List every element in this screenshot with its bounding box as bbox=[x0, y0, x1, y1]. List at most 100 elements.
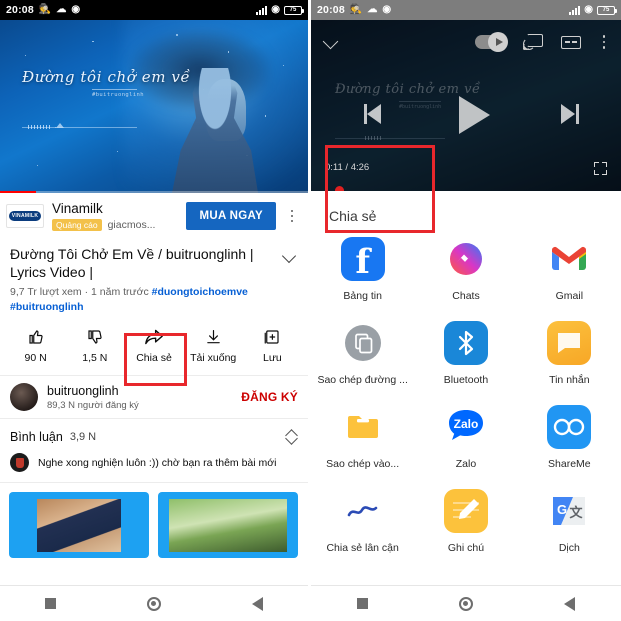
share-target-copy-to-folder[interactable]: Sao chép vào... bbox=[311, 396, 414, 476]
share-label-zalo: Zalo bbox=[455, 458, 477, 470]
previous-track-icon[interactable] bbox=[363, 104, 381, 124]
right-phone-screen: 20:08 🕵 ☁ ◉ ◉ 75 Đường tôi chở em về #bu… bbox=[311, 0, 621, 621]
dislike-count: 1,5 N bbox=[82, 352, 108, 365]
share-label-notes: Ghi chú bbox=[447, 542, 485, 554]
sort-comments-icon[interactable] bbox=[286, 429, 298, 445]
player-kebab-menu-icon[interactable] bbox=[597, 35, 611, 49]
messenger-icon: ◉ bbox=[382, 4, 392, 15]
suggested-videos-row bbox=[0, 483, 308, 559]
ad-banner[interactable]: VINAMILK Vinamilk Quảng cáo giacmos... M… bbox=[0, 193, 308, 239]
share-target-messages[interactable]: Tin nhắn bbox=[518, 312, 621, 392]
share-target-copy-link[interactable]: Sao chép đường ... bbox=[311, 312, 414, 392]
incognito-icon: 🕵 bbox=[38, 4, 52, 15]
svg-text:文: 文 bbox=[570, 505, 584, 520]
share-target-notes[interactable]: Ghi chú bbox=[414, 480, 517, 560]
share-sheet-title: Chia sẻ bbox=[329, 208, 377, 224]
share-target-shareme[interactable]: ShareMe bbox=[518, 396, 621, 476]
video-action-bar: 90 N 1,5 N Chia sẻ Tải xuống Lưu bbox=[0, 315, 308, 377]
comments-label: Bình luận bbox=[10, 430, 63, 445]
advertiser-name: Vinamilk bbox=[52, 201, 103, 216]
status-time-2: 20:08 bbox=[317, 4, 345, 16]
channel-name: buitruonglinh bbox=[47, 383, 119, 398]
fullscreen-icon[interactable] bbox=[594, 162, 607, 175]
wifi-icon: ◉ bbox=[584, 4, 593, 15]
share-label: Chia sẻ bbox=[136, 352, 172, 365]
share-sheet-grid: f Bảng tin Chats Gmail Sao chép đường ..… bbox=[311, 228, 621, 560]
status-bar-left: 20:08 🕵 ☁ ◉ ◉ 75 bbox=[0, 0, 308, 20]
next-track-icon[interactable] bbox=[561, 104, 579, 124]
status-bar-right-group: ◉ 75 bbox=[256, 5, 304, 15]
view-count: 9,7 Tr lượt xem bbox=[10, 285, 82, 298]
save-label: Lưu bbox=[263, 352, 282, 365]
left-phone-screen: 20:08 🕵 ☁ ◉ ◉ 75 Đường tôi chở em về #bu… bbox=[0, 0, 308, 621]
comments-header[interactable]: Bình luận 3,9 N bbox=[0, 419, 308, 449]
ad-badge: Quảng cáo bbox=[52, 218, 102, 231]
video-overlay-hashtag: #buitruonglinh bbox=[92, 92, 144, 98]
battery-icon: 75 bbox=[597, 5, 617, 15]
waveform-decoration bbox=[22, 123, 137, 129]
video-overlay-title: Đường tôi chở em về bbox=[22, 68, 191, 86]
share-label-messages: Tin nhắn bbox=[549, 374, 590, 386]
home-circle-icon[interactable] bbox=[458, 596, 473, 611]
recents-square-icon[interactable] bbox=[45, 598, 57, 609]
share-target-messenger[interactable]: Chats bbox=[414, 228, 517, 308]
hashtag-1[interactable]: #duongtoichoemve bbox=[152, 286, 248, 298]
thumbs-down-icon bbox=[86, 327, 104, 347]
battery-icon: 75 bbox=[284, 5, 304, 15]
suggested-video-thumb-1[interactable] bbox=[9, 492, 149, 559]
back-triangle-icon[interactable] bbox=[251, 596, 263, 611]
video-title-row[interactable]: Đường Tôi Chở Em Về / buitruonglinh | Ly… bbox=[0, 239, 308, 282]
share-target-zalo[interactable]: Zalo Zalo bbox=[414, 396, 517, 476]
top-comment-text: Nghe xong nghiện luôn :)) chờ bạn ra thê… bbox=[38, 456, 277, 469]
channel-row[interactable]: buitruonglinh 89,3 N người đăng ký ĐĂNG … bbox=[0, 376, 308, 420]
download-button[interactable]: Tải xuống bbox=[184, 323, 243, 368]
facebook-icon: f bbox=[340, 237, 385, 281]
share-label-nearby-share: Chia sẻ lân cận bbox=[326, 542, 399, 554]
channel-avatar[interactable] bbox=[10, 383, 38, 412]
cast-icon[interactable] bbox=[523, 34, 543, 50]
ad-cta-button[interactable]: MUA NGAY bbox=[186, 201, 276, 230]
shareme-icon bbox=[547, 405, 592, 449]
like-button[interactable]: 90 N bbox=[6, 323, 65, 368]
share-target-facebook[interactable]: f Bảng tin bbox=[311, 228, 414, 308]
progress-track[interactable] bbox=[0, 190, 308, 193]
share-target-gmail[interactable]: Gmail bbox=[518, 228, 621, 308]
video-player-right[interactable]: Đường tôi chở em về #buitruonglinh 0:11 … bbox=[311, 20, 621, 191]
recents-square-icon[interactable] bbox=[356, 598, 368, 609]
dislike-button[interactable]: 1,5 N bbox=[65, 323, 124, 368]
share-target-translate[interactable]: G 文 Dịch bbox=[518, 480, 621, 560]
status-bar-right-group-2: ◉ 75 bbox=[569, 4, 617, 15]
ad-kebab-menu-icon[interactable] bbox=[284, 209, 300, 222]
share-target-bluetooth[interactable]: Bluetooth bbox=[414, 312, 517, 392]
share-label-copy-to-folder: Sao chép vào... bbox=[326, 458, 400, 470]
stats-separator: · bbox=[81, 285, 92, 298]
status-bar-left-group-2: 20:08 🕵 ☁ ◉ bbox=[317, 4, 391, 16]
expand-description-chevron-down-icon[interactable] bbox=[280, 245, 298, 282]
notes-icon bbox=[443, 489, 488, 533]
share-target-nearby-share[interactable]: Chia sẻ lân cận bbox=[311, 480, 414, 560]
share-label-gmail: Gmail bbox=[555, 290, 584, 302]
overlay-rule bbox=[92, 89, 137, 90]
play-icon[interactable] bbox=[459, 96, 490, 134]
save-button[interactable]: Lưu bbox=[243, 323, 302, 368]
download-icon bbox=[205, 327, 222, 347]
folder-icon bbox=[340, 405, 385, 449]
suggested-video-thumb-2[interactable] bbox=[158, 492, 298, 559]
google-translate-icon: G 文 bbox=[547, 489, 592, 533]
subscribe-button[interactable]: ĐĂNG KÝ bbox=[241, 390, 298, 404]
autoplay-toggle[interactable] bbox=[475, 32, 508, 52]
android-nav-bar-right bbox=[311, 585, 621, 621]
top-comment-row[interactable]: Nghe xong nghiện luôn :)) chờ bạn ra thê… bbox=[0, 449, 308, 484]
home-circle-icon[interactable] bbox=[146, 596, 161, 611]
starfield bbox=[0, 20, 308, 193]
video-player-left[interactable]: Đường tôi chở em về #buitruonglinh bbox=[0, 20, 308, 193]
share-button[interactable]: Chia sẻ bbox=[124, 323, 183, 368]
progress-scrubber-dot[interactable] bbox=[335, 186, 344, 191]
back-triangle-icon[interactable] bbox=[564, 596, 576, 611]
share-label-copy-link: Sao chép đường ... bbox=[317, 374, 408, 386]
chevron-down-icon[interactable] bbox=[321, 32, 341, 52]
hashtag-2[interactable]: #buitruonglinh bbox=[10, 301, 84, 313]
battery-level: 75 bbox=[289, 7, 297, 13]
closed-captions-icon[interactable] bbox=[561, 35, 581, 49]
battery-level-2: 75 bbox=[602, 7, 610, 13]
